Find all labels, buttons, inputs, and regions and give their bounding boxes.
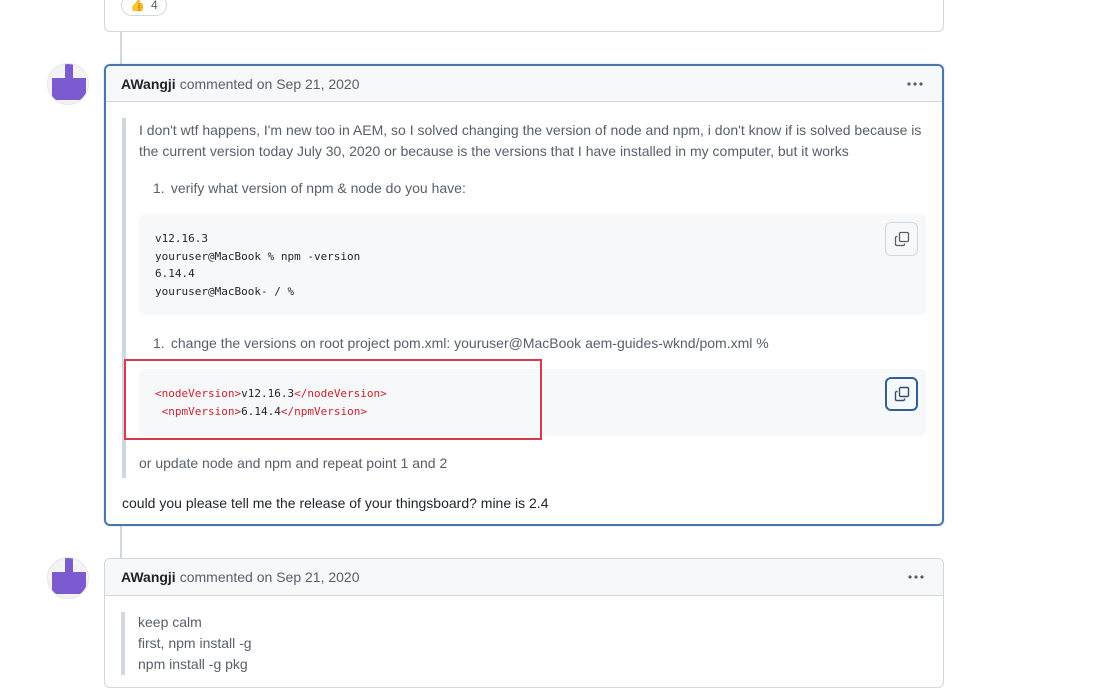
avatar[interactable] xyxy=(47,557,89,599)
comment-header: AWangji commented on Sep 21, 2020 xyxy=(105,559,943,596)
code-line: <npmVersion>6.14.4</npmVersion> xyxy=(155,403,910,421)
author-link[interactable]: AWangji xyxy=(121,76,176,92)
reaction-thumbs-up[interactable]: 👍 4 xyxy=(121,0,167,16)
avatar-icon xyxy=(48,558,88,598)
list-item: 1. verify what version of npm & node do … xyxy=(139,178,926,198)
timestamp-link[interactable]: commented on Sep 21, 2020 xyxy=(180,76,360,92)
list-item: 1. change the versions on root project p… xyxy=(139,333,926,353)
xml-tag: <nodeVersion> xyxy=(155,387,242,400)
timestamp-link[interactable]: commented on Sep 21, 2020 xyxy=(180,569,360,585)
xml-tag: </nodeVersion> xyxy=(294,387,387,400)
list-number: 1. xyxy=(153,180,165,196)
quote-block: I don't wtf happens, I'm new too in AEM,… xyxy=(122,118,926,478)
quote-line: npm install -g pkg xyxy=(138,656,248,672)
code-line: <nodeVersion>v12.16.3</nodeVersion> xyxy=(155,385,910,403)
avatar[interactable] xyxy=(47,63,89,105)
code-line: youruser@MacBook % npm -version xyxy=(155,249,361,263)
comment-body: keep calm first, npm install -g npm inst… xyxy=(105,612,943,675)
copy-button[interactable] xyxy=(885,377,918,411)
code-block: v12.16.3 youruser@MacBook % npm -version… xyxy=(139,214,926,315)
code-line: v12.16.3 xyxy=(155,232,208,245)
code-line: youruser@MacBook- / % xyxy=(155,284,295,298)
code-block: <nodeVersion>v12.16.3</nodeVersion> <npm… xyxy=(139,369,926,436)
copy-icon xyxy=(894,386,909,402)
kebab-menu-icon[interactable] xyxy=(907,570,925,584)
xml-tag: <npmVersion> xyxy=(161,404,242,418)
previous-comment: 👍 4 xyxy=(104,0,944,32)
thumbs-up-icon: 👍 xyxy=(130,0,145,12)
comment-text: could you please tell me the release of … xyxy=(122,495,549,511)
comment-body: I don't wtf happens, I'm new too in AEM,… xyxy=(106,118,942,513)
list-item-text: verify what version of npm & node do you… xyxy=(170,180,466,196)
xml-value: v12.16.3 xyxy=(241,387,295,400)
quote-text: I don't wtf happens, I'm new too in AEM,… xyxy=(139,122,922,159)
copy-icon xyxy=(894,231,909,247)
xml-tag: </npmVersion> xyxy=(280,404,367,418)
copy-button[interactable] xyxy=(885,222,918,256)
kebab-menu-icon[interactable] xyxy=(906,77,924,91)
comment-header: AWangji commented on Sep 21, 2020 xyxy=(106,66,942,102)
author-link[interactable]: AWangji xyxy=(121,569,176,585)
xml-value: 6.14.4 xyxy=(241,404,281,418)
list-item-text: change the versions on root project pom.… xyxy=(170,335,769,351)
quote-block: keep calm first, npm install -g npm inst… xyxy=(121,612,927,675)
comment: AWangji commented on Sep 21, 2020 keep c… xyxy=(104,558,944,688)
list-number: 1. xyxy=(153,335,165,351)
code-line: 6.14.4 xyxy=(155,267,195,280)
quote-line: first, npm install -g xyxy=(138,635,252,651)
quote-line: keep calm xyxy=(138,614,202,630)
reaction-count: 4 xyxy=(150,0,158,12)
quote-text: or update node and npm and repeat point … xyxy=(139,455,448,471)
comment: AWangji commented on Sep 21, 2020 I don'… xyxy=(104,64,944,526)
avatar-icon xyxy=(48,64,88,104)
